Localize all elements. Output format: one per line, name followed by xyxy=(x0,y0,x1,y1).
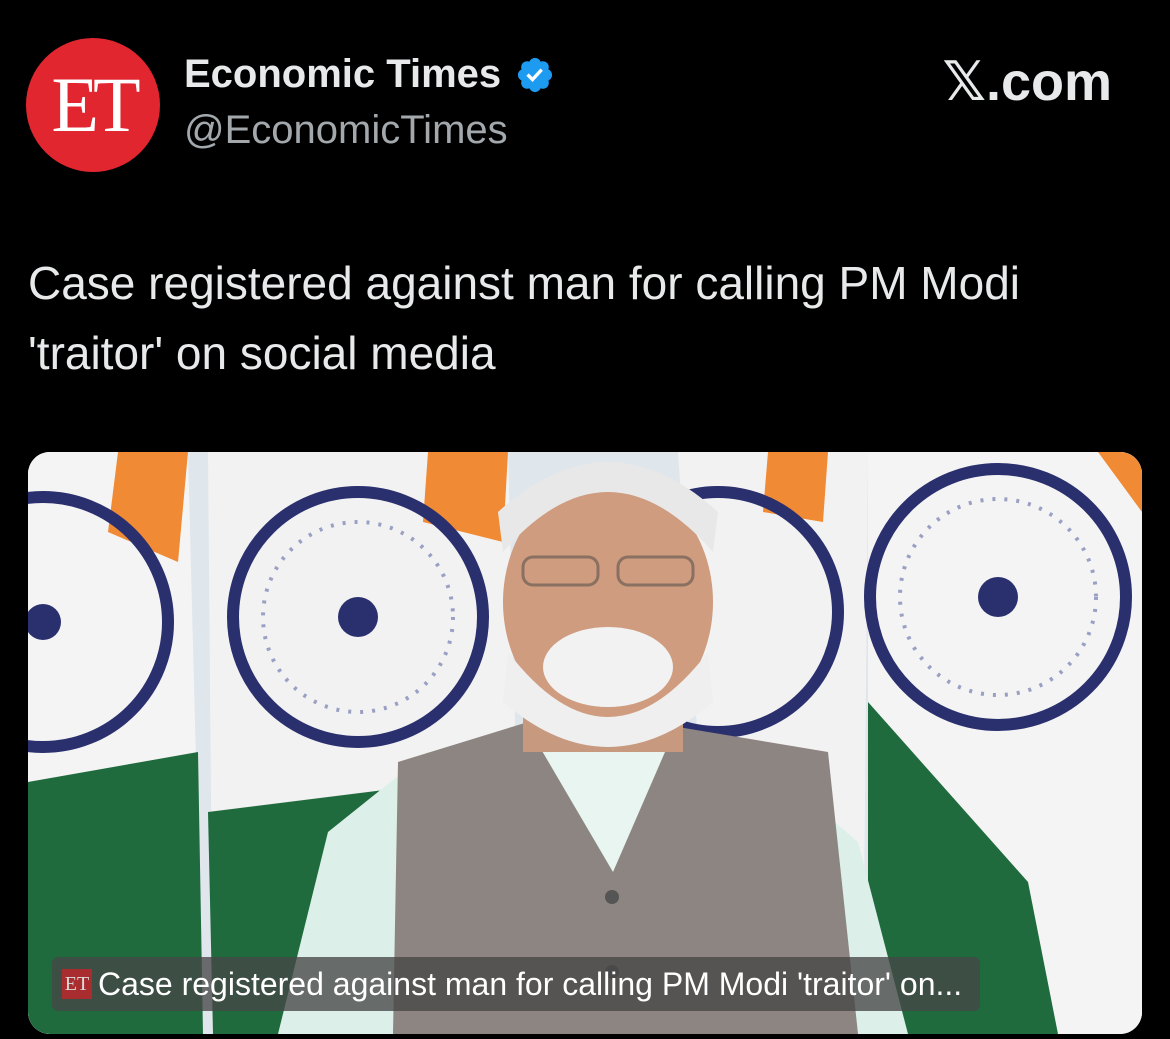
tweet-media-image[interactable]: ET Case registered against man for calli… xyxy=(28,452,1142,1034)
media-caption-text: Case registered against man for calling … xyxy=(98,965,963,1002)
avatar-logo-text: ET xyxy=(51,61,140,148)
photo-illustration xyxy=(28,452,1142,1034)
x-com-watermark: 𝕏.com xyxy=(942,52,1112,112)
media-caption-bar: ET Case registered against man for calli… xyxy=(52,957,981,1011)
et-logo-icon: ET xyxy=(62,969,92,999)
verified-badge-icon xyxy=(518,57,553,92)
account-handle[interactable]: @EconomicTimes xyxy=(184,108,508,153)
avatar[interactable]: ET xyxy=(26,38,160,172)
flag-left xyxy=(28,452,203,1034)
display-name[interactable]: Economic Times xyxy=(184,52,501,97)
account-name-row: Economic Times xyxy=(184,52,555,97)
flag-right xyxy=(864,452,1142,1034)
tweet-text: Case registered against man for calling … xyxy=(28,257,1021,379)
